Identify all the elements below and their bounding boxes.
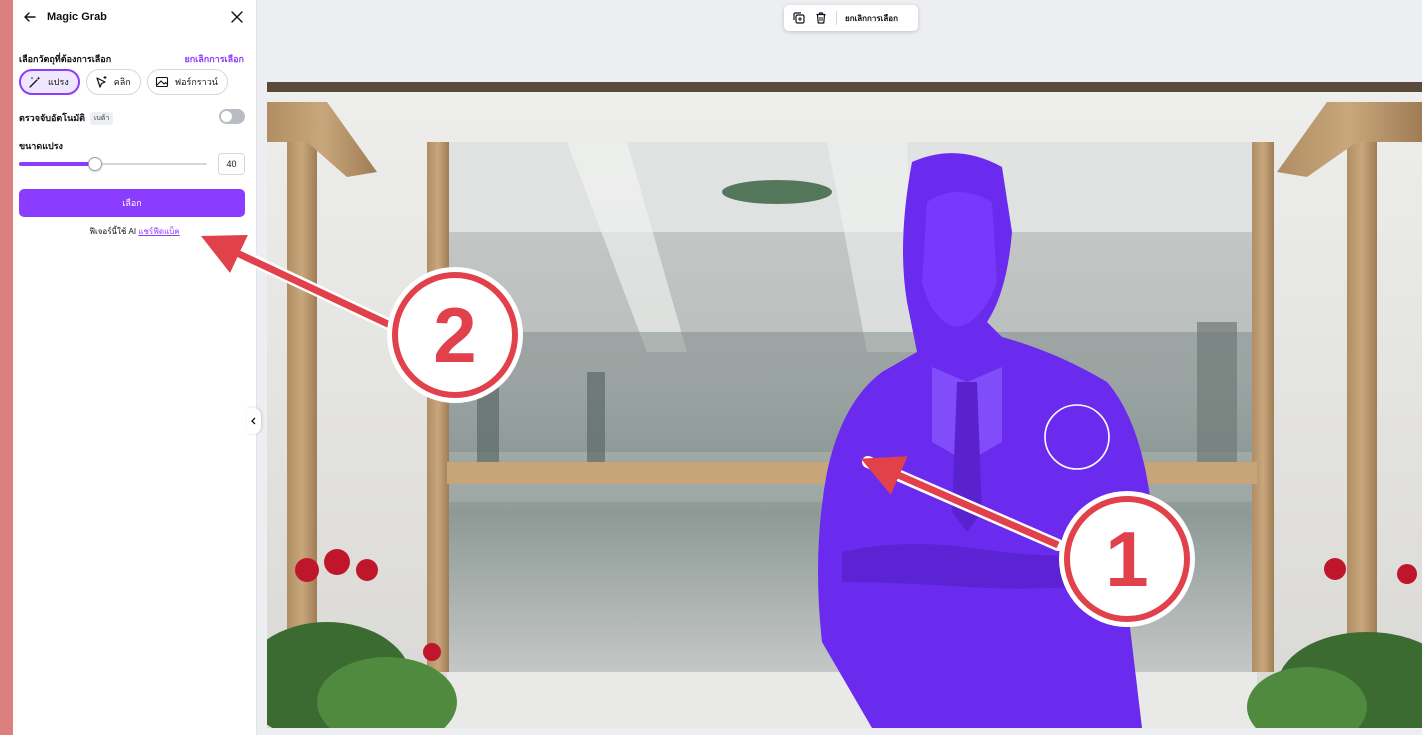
magic-brush-icon: [29, 76, 41, 88]
photo-illustration: [267, 82, 1422, 728]
selection-toolbar: ยกเลิกการเลือก: [784, 5, 918, 31]
canvas-photo[interactable]: [267, 82, 1422, 728]
app-frame: Magic Grab เลือกวัตถุที่ต้องการเลือก ยกเ…: [13, 0, 1422, 735]
duplicate-icon[interactable]: [792, 11, 806, 25]
slider-fill: [19, 162, 95, 166]
foreground-icon: [155, 76, 168, 88]
panel-header: Magic Grab: [13, 0, 256, 36]
panel-title: Magic Grab: [47, 11, 107, 23]
click-tool-button[interactable]: คลิก: [85, 69, 141, 95]
magic-click-icon: [96, 76, 107, 88]
deselect-link[interactable]: ยกเลิกการเลือก: [184, 52, 244, 66]
auto-detect-toggle[interactable]: [219, 109, 245, 124]
annotation-badge-2: 2: [392, 272, 518, 398]
back-arrow-icon[interactable]: [22, 9, 38, 25]
auto-detect-row: ตรวจจับอัตโนมัติ เบต้า: [19, 111, 114, 125]
trash-icon[interactable]: [814, 11, 828, 25]
selection-tool-group: แปรง คลิก ฟอร์กราวน์: [19, 69, 228, 97]
brush-size-label: ขนาดแปรง: [19, 141, 63, 151]
annotation-badge-1: 1: [1064, 496, 1190, 622]
foreground-tool-label: ฟอร์กราวน์: [174, 77, 218, 87]
collapse-panel-button[interactable]: [247, 408, 261, 434]
close-icon[interactable]: [229, 9, 245, 25]
auto-detect-label: ตรวจจับอัตโนมัติ: [19, 113, 86, 123]
toolbar-divider: [836, 11, 837, 25]
brush-size-input[interactable]: 40: [218, 153, 245, 175]
select-button[interactable]: เลือก: [19, 189, 245, 217]
share-feedback-link[interactable]: แชร์ฟีดแบ็ค: [138, 227, 179, 236]
select-object-label: เลือกวัตถุที่ต้องการเลือก: [19, 54, 112, 64]
click-tool-label: คลิก: [113, 77, 131, 87]
magic-grab-panel: Magic Grab เลือกวัตถุที่ต้องการเลือก ยกเ…: [13, 0, 257, 735]
foreground-tool-button[interactable]: ฟอร์กราวน์: [146, 69, 228, 95]
beta-badge: เบต้า: [90, 111, 114, 125]
slider-thumb[interactable]: [88, 157, 103, 171]
brush-tool-button[interactable]: แปรง: [19, 69, 80, 95]
ai-note-text: ฟีเจอร์นี้ใช้ AI: [89, 227, 137, 236]
ai-feature-note: ฟีเจอร์นี้ใช้ AI แชร์ฟีดแบ็ค: [13, 225, 256, 238]
chevron-left-icon: [251, 417, 256, 425]
deselect-button[interactable]: ยกเลิกการเลือก: [845, 12, 898, 25]
toggle-knob: [221, 111, 232, 122]
brush-tool-label: แปรง: [48, 77, 69, 87]
brush-size-slider[interactable]: [19, 157, 207, 171]
